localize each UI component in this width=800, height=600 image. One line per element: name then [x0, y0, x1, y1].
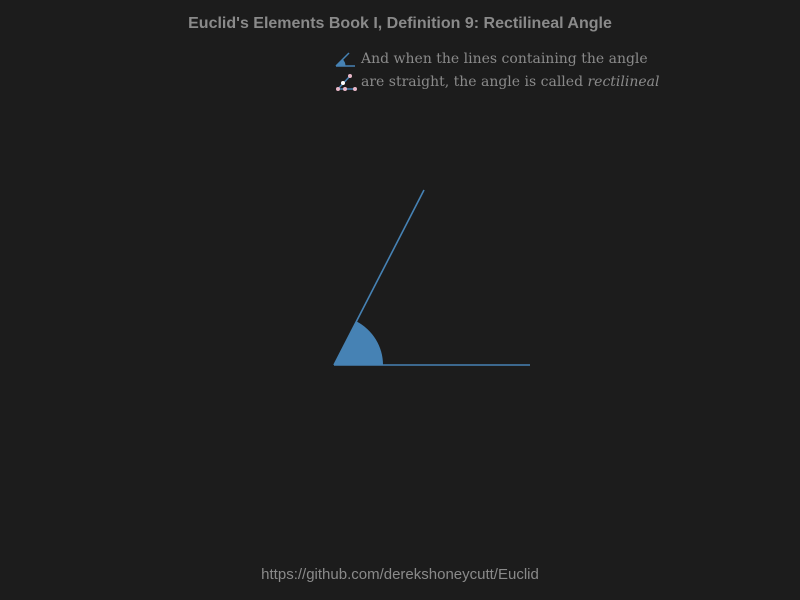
angle-sector: [334, 321, 384, 365]
inclined-line: [333, 189, 425, 366]
footer-link[interactable]: https://github.com/derekshoneycutt/Eucli…: [0, 566, 800, 583]
angle-diagram: [333, 189, 530, 366]
diagram-stage: Euclid's Elements Book I, Definition 9: …: [0, 0, 800, 600]
